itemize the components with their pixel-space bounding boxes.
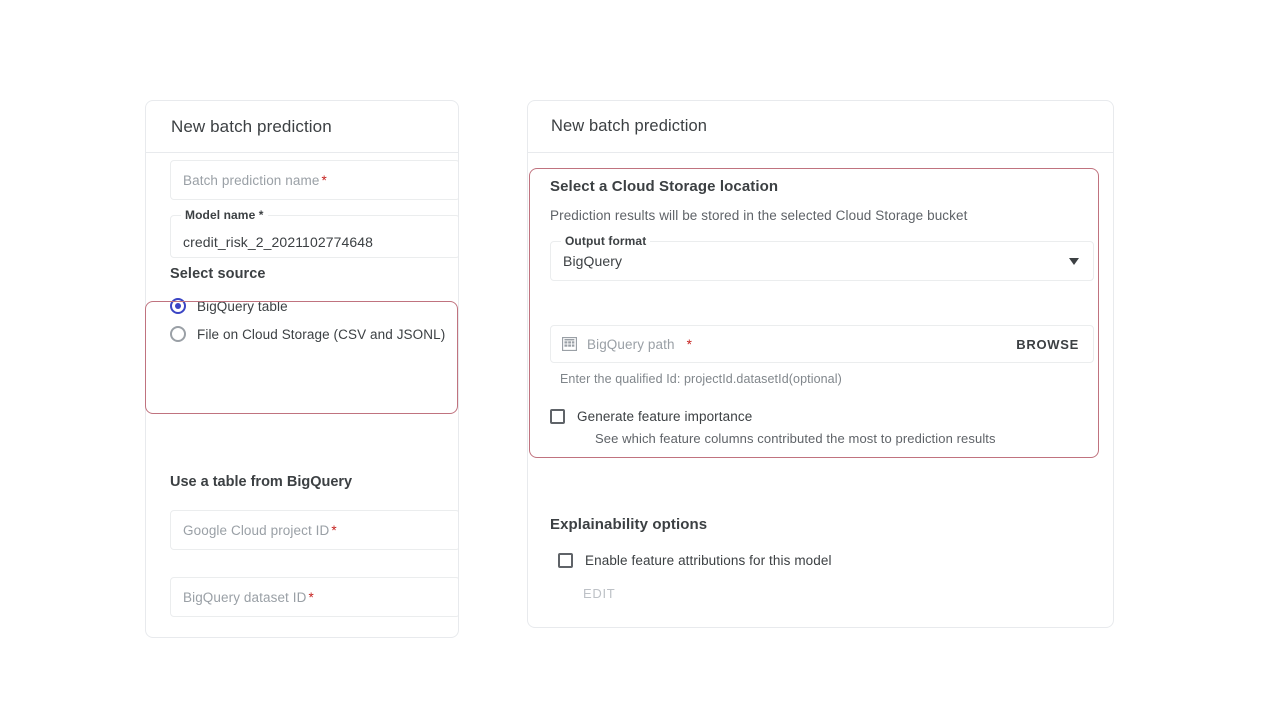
batch-prediction-name-input[interactable]: Batch prediction name * xyxy=(170,160,458,200)
right-batch-prediction-card: New batch prediction Select a Cloud Stor… xyxy=(527,100,1114,628)
edit-button[interactable]: EDIT xyxy=(583,586,1094,601)
browse-button[interactable]: BROWSE xyxy=(1016,337,1079,352)
google-cloud-project-id-input[interactable]: Google Cloud project ID * xyxy=(170,510,458,550)
left-card-header: New batch prediction xyxy=(146,101,458,153)
required-asterisk: * xyxy=(321,172,327,188)
bigquery-dataset-id-input[interactable]: BigQuery dataset ID * xyxy=(170,577,458,617)
left-batch-prediction-card: New batch prediction Batch prediction na… xyxy=(145,100,459,638)
generate-feature-importance-description: See which feature columns contributed th… xyxy=(595,431,996,446)
select-source-heading: Select source xyxy=(170,266,266,282)
bigquery-path-placeholder: BigQuery path xyxy=(587,336,675,352)
select-source-group: Select source BigQuery table File on Clo… xyxy=(170,266,458,348)
checkbox-unchecked-icon[interactable] xyxy=(558,553,573,568)
chevron-down-icon[interactable] xyxy=(1069,258,1079,265)
explainability-heading: Explainability options xyxy=(550,516,708,533)
cloud-storage-location-section: Select a Cloud Storage location Predicti… xyxy=(550,178,1094,446)
enable-feature-attributions-label: Enable feature attributions for this mod… xyxy=(585,553,832,568)
page-title-right: New batch prediction xyxy=(551,117,708,135)
output-format-select[interactable]: Output format BigQuery xyxy=(550,234,1094,281)
enable-feature-attributions-checkbox-row[interactable]: Enable feature attributions for this mod… xyxy=(558,553,1094,568)
required-asterisk: * xyxy=(308,589,314,605)
cloud-storage-heading: Select a Cloud Storage location xyxy=(550,178,779,195)
radio-option-file-cloud-storage[interactable]: File on Cloud Storage (CSV and JSONL) xyxy=(170,320,458,348)
checkbox-unchecked-icon[interactable] xyxy=(550,409,565,424)
use-table-heading: Use a table from BigQuery xyxy=(170,474,353,490)
bigquery-path-hint: Enter the qualified Id: projectId.datase… xyxy=(560,372,842,386)
project-id-placeholder: Google Cloud project ID xyxy=(183,522,330,538)
dataset-id-placeholder: BigQuery dataset ID xyxy=(183,589,307,605)
model-name-value: credit_risk_2_2021102774648 xyxy=(183,234,374,250)
radio-selected-icon[interactable] xyxy=(170,298,186,314)
explainability-options-section: Explainability options Enable feature at… xyxy=(550,516,1094,601)
required-asterisk: * xyxy=(686,336,692,352)
table-grid-icon xyxy=(562,337,577,351)
bigquery-path-left-group: BigQuery path * xyxy=(562,337,692,352)
radio-label-bigquery-table: BigQuery table xyxy=(197,298,288,314)
page-title: New batch prediction xyxy=(171,116,332,136)
radio-option-bigquery-table[interactable]: BigQuery table xyxy=(170,292,458,320)
cloud-storage-subtitle: Prediction results will be stored in the… xyxy=(550,208,968,223)
generate-feature-importance-checkbox-row[interactable]: Generate feature importance xyxy=(550,409,1094,424)
generate-feature-importance-label: Generate feature importance xyxy=(577,409,753,424)
model-name-field[interactable]: Model name * credit_risk_2_2021102774648 xyxy=(170,208,458,258)
radio-unselected-icon[interactable] xyxy=(170,326,186,342)
required-asterisk: * xyxy=(331,522,337,538)
screen-root: New batch prediction Batch prediction na… xyxy=(0,0,1280,720)
bigquery-path-input[interactable]: BigQuery path * BROWSE xyxy=(550,325,1094,363)
radio-label-file-cloud-storage: File on Cloud Storage (CSV and JSONL) xyxy=(197,326,446,342)
batch-prediction-name-placeholder: Batch prediction name xyxy=(183,172,320,188)
right-card-header: New batch prediction xyxy=(528,101,1113,153)
output-format-label: Output format xyxy=(561,234,651,248)
model-name-label: Model name * xyxy=(181,208,268,222)
output-format-value: BigQuery xyxy=(563,253,623,269)
